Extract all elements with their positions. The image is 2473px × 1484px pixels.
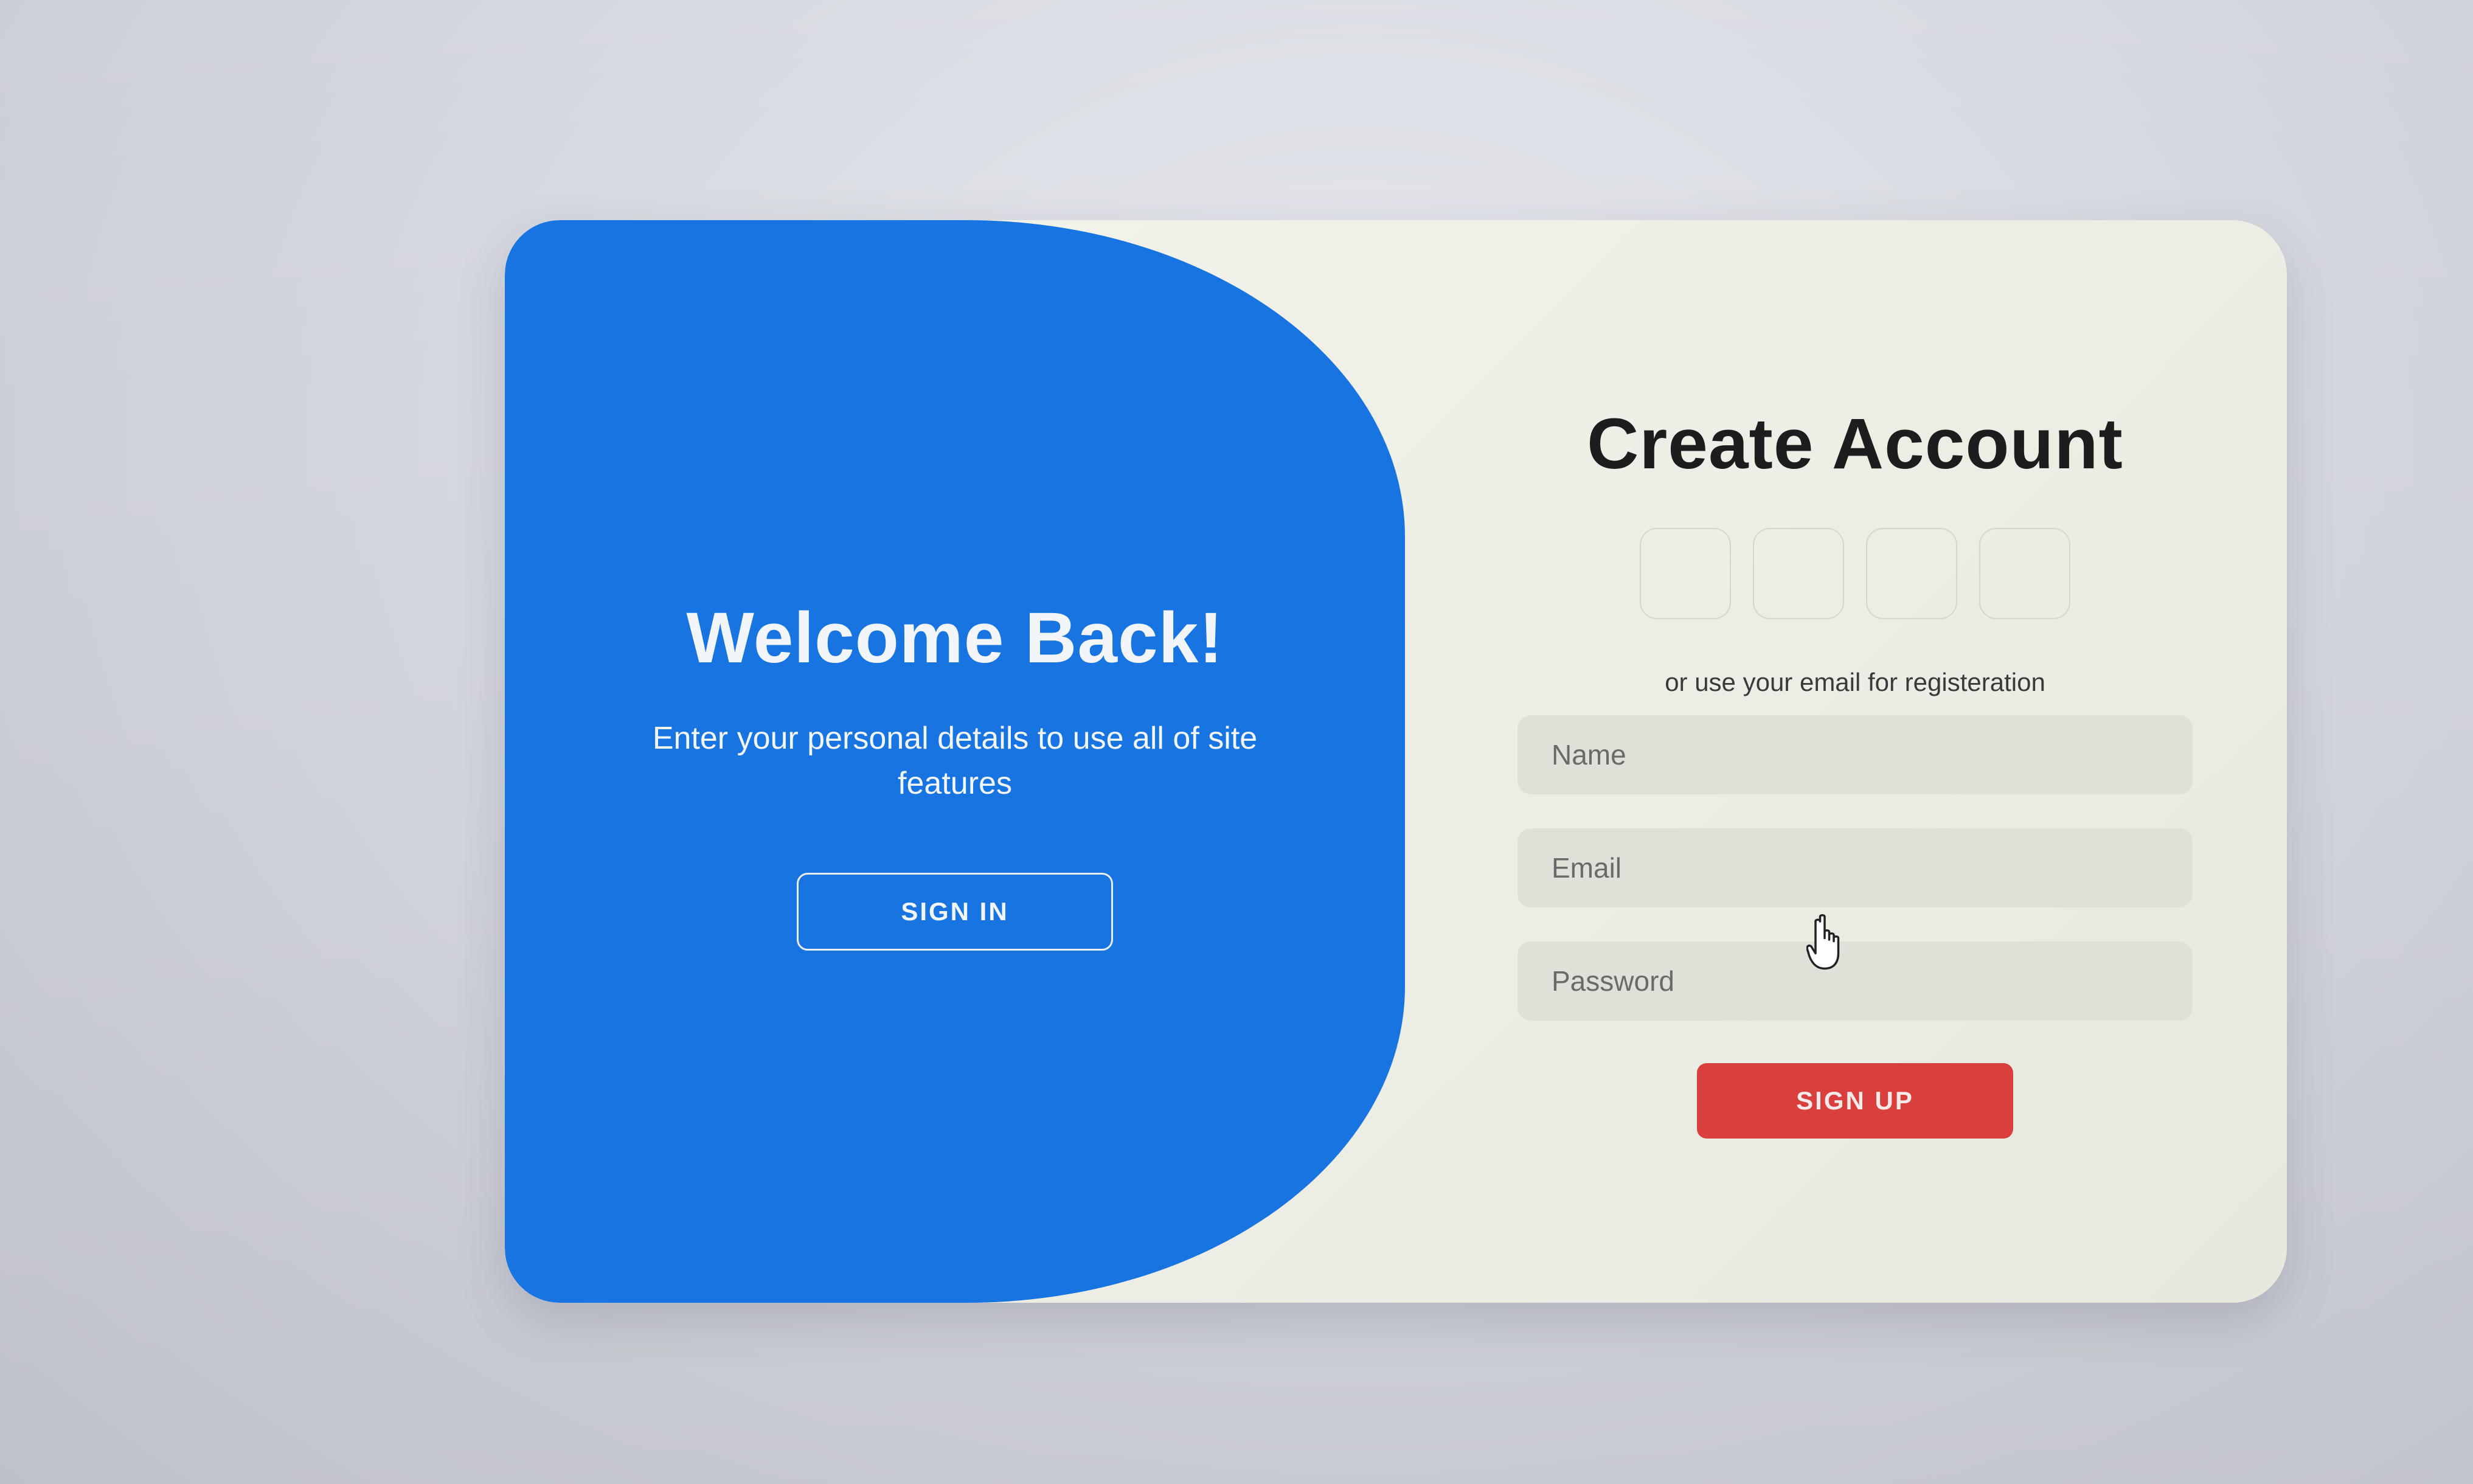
- hand-pointer-icon: [1806, 914, 1840, 970]
- sign-up-button[interactable]: SIGN UP: [1697, 1063, 2013, 1139]
- password-input[interactable]: [1517, 941, 2193, 1021]
- signup-form: Create Account or use your email for reg…: [1454, 220, 2256, 1303]
- welcome-title: Welcome Back!: [686, 598, 1224, 678]
- social-icon-1[interactable]: [1640, 528, 1731, 619]
- registration-subtitle: or use your email for registeration: [1665, 668, 2045, 696]
- social-login-row: [1640, 528, 2070, 619]
- name-input[interactable]: [1517, 715, 2193, 794]
- social-icon-4[interactable]: [1979, 528, 2070, 619]
- welcome-text: Enter your personal details to use all o…: [652, 721, 1258, 801]
- create-account-title: Create Account: [1587, 404, 2123, 484]
- auth-card: Welcome Back! Enter your personal detail…: [505, 220, 2287, 1303]
- social-icon-2[interactable]: [1753, 528, 1844, 619]
- sign-in-button[interactable]: SIGN IN: [797, 873, 1113, 951]
- social-icon-3[interactable]: [1866, 528, 1957, 619]
- email-input[interactable]: [1517, 828, 2193, 907]
- welcome-panel: Welcome Back! Enter your personal detail…: [505, 220, 1405, 1303]
